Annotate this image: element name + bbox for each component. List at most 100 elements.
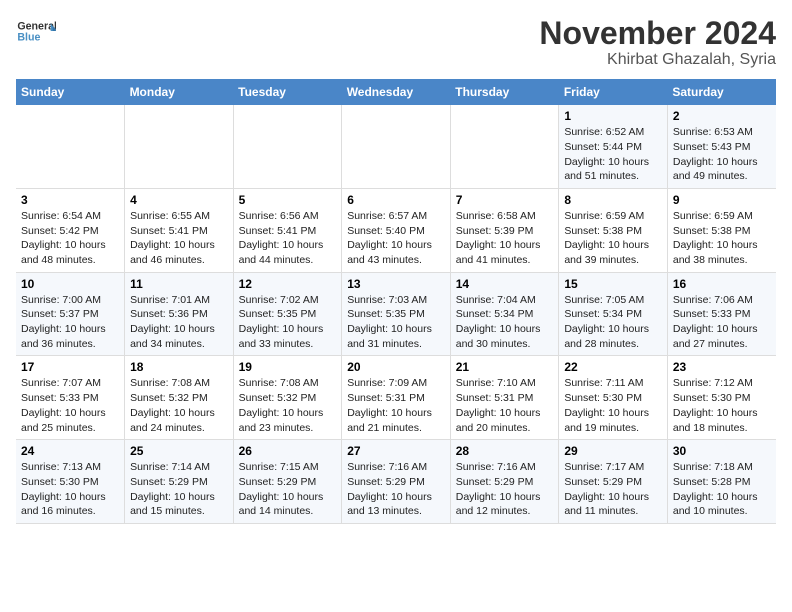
day-number: 24 bbox=[21, 444, 119, 458]
calendar-cell: 1 Sunrise: 6:52 AM Sunset: 5:44 PM Daylig… bbox=[559, 105, 668, 188]
day-info: Sunrise: 7:15 AM Sunset: 5:29 PM Dayligh… bbox=[239, 460, 337, 519]
day-number: 29 bbox=[564, 444, 662, 458]
day-number: 16 bbox=[673, 277, 771, 291]
calendar-cell: 22 Sunrise: 7:11 AM Sunset: 5:30 PM Dayli… bbox=[559, 356, 668, 440]
calendar-cell: 8Sunrise: 6:59 AM Sunset: 5:38 PM Daylig… bbox=[559, 188, 668, 272]
calendar-body: 1 Sunrise: 6:52 AM Sunset: 5:44 PM Daylig… bbox=[16, 105, 776, 523]
calendar-cell: 27 Sunrise: 7:16 AM Sunset: 5:29 PM Dayli… bbox=[342, 440, 451, 524]
day-info: Sunrise: 6:59 AM Sunset: 5:38 PM Dayligh… bbox=[673, 209, 771, 268]
calendar-cell: 18Sunrise: 7:08 AM Sunset: 5:32 PM Dayli… bbox=[125, 356, 234, 440]
calendar-cell: 2 Sunrise: 6:53 AM Sunset: 5:43 PM Daylig… bbox=[667, 105, 776, 188]
month-year-title: November 2024 bbox=[539, 16, 776, 51]
day-number: 4 bbox=[130, 193, 228, 207]
logo: General Blue bbox=[16, 16, 56, 48]
day-number: 27 bbox=[347, 444, 445, 458]
day-number: 13 bbox=[347, 277, 445, 291]
title-block: November 2024 Khirbat Ghazalah, Syria bbox=[539, 16, 776, 69]
day-number: 11 bbox=[130, 277, 228, 291]
calendar-cell: 26 Sunrise: 7:15 AM Sunset: 5:29 PM Dayli… bbox=[233, 440, 342, 524]
calendar-cell: 16 Sunrise: 7:06 AM Sunset: 5:33 PM Dayli… bbox=[667, 272, 776, 356]
day-number: 2 bbox=[673, 109, 771, 123]
day-number: 23 bbox=[673, 360, 771, 374]
svg-text:Blue: Blue bbox=[17, 31, 40, 43]
day-info: Sunrise: 6:55 AM Sunset: 5:41 PM Dayligh… bbox=[130, 209, 228, 268]
day-info: Sunrise: 7:05 AM Sunset: 5:34 PM Dayligh… bbox=[564, 293, 662, 352]
day-number: 15 bbox=[564, 277, 662, 291]
day-info: Sunrise: 7:06 AM Sunset: 5:33 PM Dayligh… bbox=[673, 293, 771, 352]
day-number: 19 bbox=[239, 360, 337, 374]
day-number: 14 bbox=[456, 277, 554, 291]
calendar-cell: 4 Sunrise: 6:55 AM Sunset: 5:41 PM Daylig… bbox=[125, 188, 234, 272]
day-info: Sunrise: 7:02 AM Sunset: 5:35 PM Dayligh… bbox=[239, 293, 337, 352]
calendar-cell: 13 Sunrise: 7:03 AM Sunset: 5:35 PM Dayli… bbox=[342, 272, 451, 356]
header-day-friday: Friday bbox=[559, 79, 668, 105]
calendar-cell: 28 Sunrise: 7:16 AM Sunset: 5:29 PM Dayli… bbox=[450, 440, 559, 524]
day-number: 20 bbox=[347, 360, 445, 374]
calendar-cell: 6Sunrise: 6:57 AM Sunset: 5:40 PM Daylig… bbox=[342, 188, 451, 272]
calendar-cell: 17 Sunrise: 7:07 AM Sunset: 5:33 PM Dayli… bbox=[16, 356, 125, 440]
day-number: 3 bbox=[21, 193, 119, 207]
calendar-cell: 11 Sunrise: 7:01 AM Sunset: 5:36 PM Dayli… bbox=[125, 272, 234, 356]
day-number: 6 bbox=[347, 193, 445, 207]
calendar-cell: 9 Sunrise: 6:59 AM Sunset: 5:38 PM Daylig… bbox=[667, 188, 776, 272]
calendar-cell: 19 Sunrise: 7:08 AM Sunset: 5:32 PM Dayli… bbox=[233, 356, 342, 440]
calendar-cell: 10Sunrise: 7:00 AM Sunset: 5:37 PM Dayli… bbox=[16, 272, 125, 356]
calendar-cell: 5 Sunrise: 6:56 AM Sunset: 5:41 PM Daylig… bbox=[233, 188, 342, 272]
day-number: 8 bbox=[564, 193, 662, 207]
day-number: 12 bbox=[239, 277, 337, 291]
day-info: Sunrise: 7:18 AM Sunset: 5:28 PM Dayligh… bbox=[673, 460, 771, 519]
day-number: 18 bbox=[130, 360, 228, 374]
day-info: Sunrise: 7:14 AM Sunset: 5:29 PM Dayligh… bbox=[130, 460, 228, 519]
calendar-cell bbox=[450, 105, 559, 188]
calendar-cell: 12 Sunrise: 7:02 AM Sunset: 5:35 PM Dayli… bbox=[233, 272, 342, 356]
day-number: 1 bbox=[564, 109, 662, 123]
day-info: Sunrise: 7:08 AM Sunset: 5:32 PM Dayligh… bbox=[239, 376, 337, 435]
day-info: Sunrise: 6:58 AM Sunset: 5:39 PM Dayligh… bbox=[456, 209, 554, 268]
day-number: 22 bbox=[564, 360, 662, 374]
calendar-cell: 7 Sunrise: 6:58 AM Sunset: 5:39 PM Daylig… bbox=[450, 188, 559, 272]
day-info: Sunrise: 7:10 AM Sunset: 5:31 PM Dayligh… bbox=[456, 376, 554, 435]
day-info: Sunrise: 7:16 AM Sunset: 5:29 PM Dayligh… bbox=[347, 460, 445, 519]
calendar-cell bbox=[125, 105, 234, 188]
location-subtitle: Khirbat Ghazalah, Syria bbox=[539, 51, 776, 69]
calendar-cell bbox=[16, 105, 125, 188]
calendar-week-3: 10Sunrise: 7:00 AM Sunset: 5:37 PM Dayli… bbox=[16, 272, 776, 356]
calendar-cell: 23 Sunrise: 7:12 AM Sunset: 5:30 PM Dayli… bbox=[667, 356, 776, 440]
calendar-cell: 24Sunrise: 7:13 AM Sunset: 5:30 PM Dayli… bbox=[16, 440, 125, 524]
calendar-cell: 29Sunrise: 7:17 AM Sunset: 5:29 PM Dayli… bbox=[559, 440, 668, 524]
header-day-thursday: Thursday bbox=[450, 79, 559, 105]
day-number: 7 bbox=[456, 193, 554, 207]
calendar-table: SundayMondayTuesdayWednesdayThursdayFrid… bbox=[16, 79, 776, 524]
calendar-cell: 25 Sunrise: 7:14 AM Sunset: 5:29 PM Dayli… bbox=[125, 440, 234, 524]
day-number: 5 bbox=[239, 193, 337, 207]
header-day-saturday: Saturday bbox=[667, 79, 776, 105]
day-number: 26 bbox=[239, 444, 337, 458]
day-info: Sunrise: 7:07 AM Sunset: 5:33 PM Dayligh… bbox=[21, 376, 119, 435]
day-number: 9 bbox=[673, 193, 771, 207]
day-info: Sunrise: 7:03 AM Sunset: 5:35 PM Dayligh… bbox=[347, 293, 445, 352]
day-info: Sunrise: 6:53 AM Sunset: 5:43 PM Dayligh… bbox=[673, 125, 771, 184]
day-info: Sunrise: 7:11 AM Sunset: 5:30 PM Dayligh… bbox=[564, 376, 662, 435]
calendar-cell: 20Sunrise: 7:09 AM Sunset: 5:31 PM Dayli… bbox=[342, 356, 451, 440]
day-number: 30 bbox=[673, 444, 771, 458]
day-info: Sunrise: 6:56 AM Sunset: 5:41 PM Dayligh… bbox=[239, 209, 337, 268]
day-info: Sunrise: 7:16 AM Sunset: 5:29 PM Dayligh… bbox=[456, 460, 554, 519]
day-number: 25 bbox=[130, 444, 228, 458]
calendar-cell bbox=[342, 105, 451, 188]
day-number: 10 bbox=[21, 277, 119, 291]
calendar-cell: 21Sunrise: 7:10 AM Sunset: 5:31 PM Dayli… bbox=[450, 356, 559, 440]
calendar-cell bbox=[233, 105, 342, 188]
day-info: Sunrise: 7:01 AM Sunset: 5:36 PM Dayligh… bbox=[130, 293, 228, 352]
day-info: Sunrise: 6:52 AM Sunset: 5:44 PM Dayligh… bbox=[564, 125, 662, 184]
calendar-cell: 15 Sunrise: 7:05 AM Sunset: 5:34 PM Dayli… bbox=[559, 272, 668, 356]
calendar-week-1: 1 Sunrise: 6:52 AM Sunset: 5:44 PM Daylig… bbox=[16, 105, 776, 188]
day-info: Sunrise: 6:54 AM Sunset: 5:42 PM Dayligh… bbox=[21, 209, 119, 268]
page-header: General Blue November 2024 Khirbat Ghaza… bbox=[16, 16, 776, 69]
day-number: 17 bbox=[21, 360, 119, 374]
calendar-week-5: 24Sunrise: 7:13 AM Sunset: 5:30 PM Dayli… bbox=[16, 440, 776, 524]
header-day-monday: Monday bbox=[125, 79, 234, 105]
day-number: 28 bbox=[456, 444, 554, 458]
calendar-header: SundayMondayTuesdayWednesdayThursdayFrid… bbox=[16, 79, 776, 105]
day-info: Sunrise: 7:12 AM Sunset: 5:30 PM Dayligh… bbox=[673, 376, 771, 435]
calendar-cell: 14Sunrise: 7:04 AM Sunset: 5:34 PM Dayli… bbox=[450, 272, 559, 356]
